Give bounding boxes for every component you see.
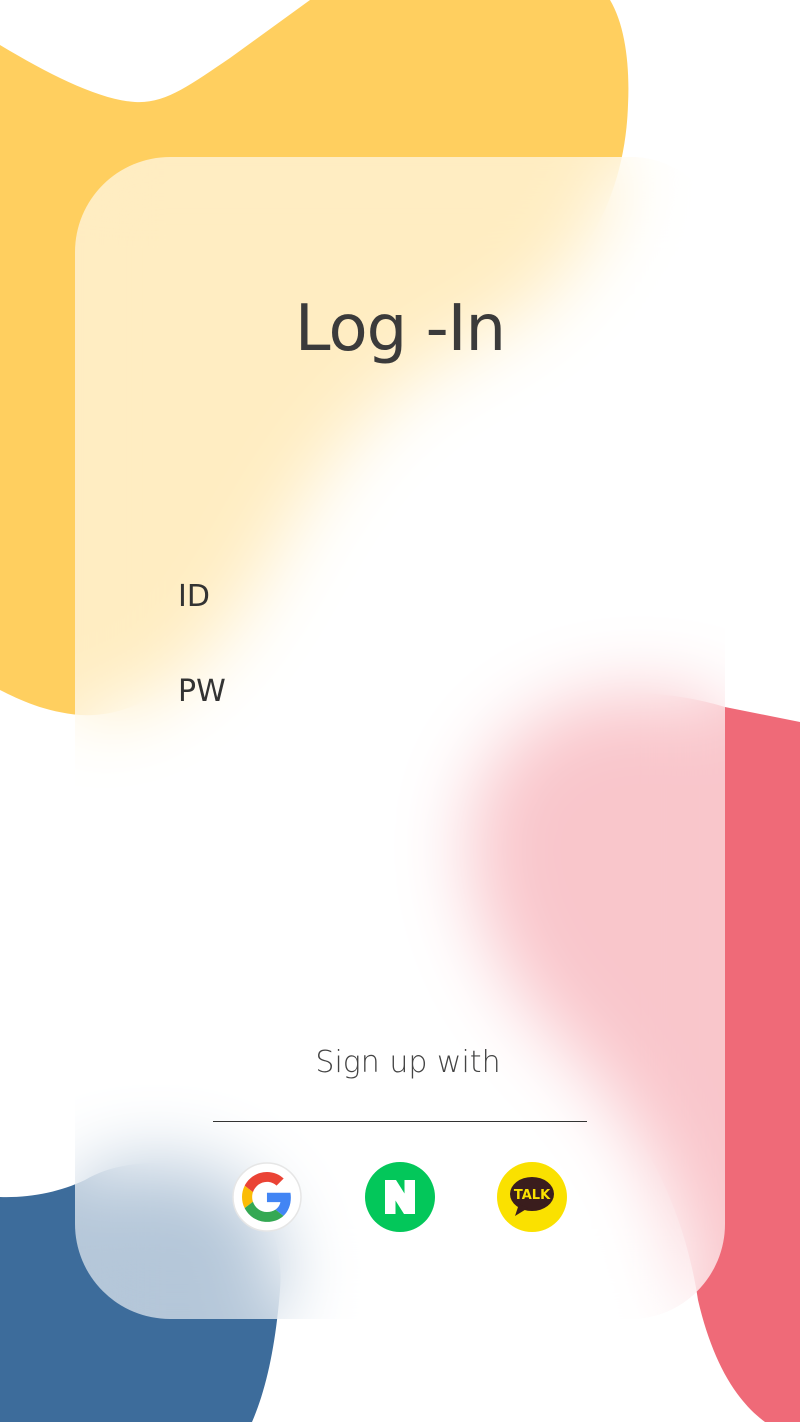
page-title: Log -In (294, 292, 506, 366)
id-label: ID (178, 579, 210, 614)
pw-label: PW (178, 674, 226, 709)
naver-icon (365, 1162, 435, 1232)
kakaotalk-signup-button[interactable]: TALK (497, 1162, 567, 1232)
naver-signup-button[interactable] (365, 1162, 435, 1232)
signup-label: Sign up with (315, 1045, 501, 1080)
pw-input[interactable] (250, 672, 674, 718)
kakaotalk-icon: TALK (497, 1162, 567, 1232)
id-input[interactable] (250, 577, 674, 623)
kakaotalk-badge-text: TALK (514, 1188, 551, 1203)
google-signup-button[interactable] (232, 1162, 302, 1232)
google-icon (232, 1162, 302, 1232)
signup-divider (213, 1121, 587, 1122)
